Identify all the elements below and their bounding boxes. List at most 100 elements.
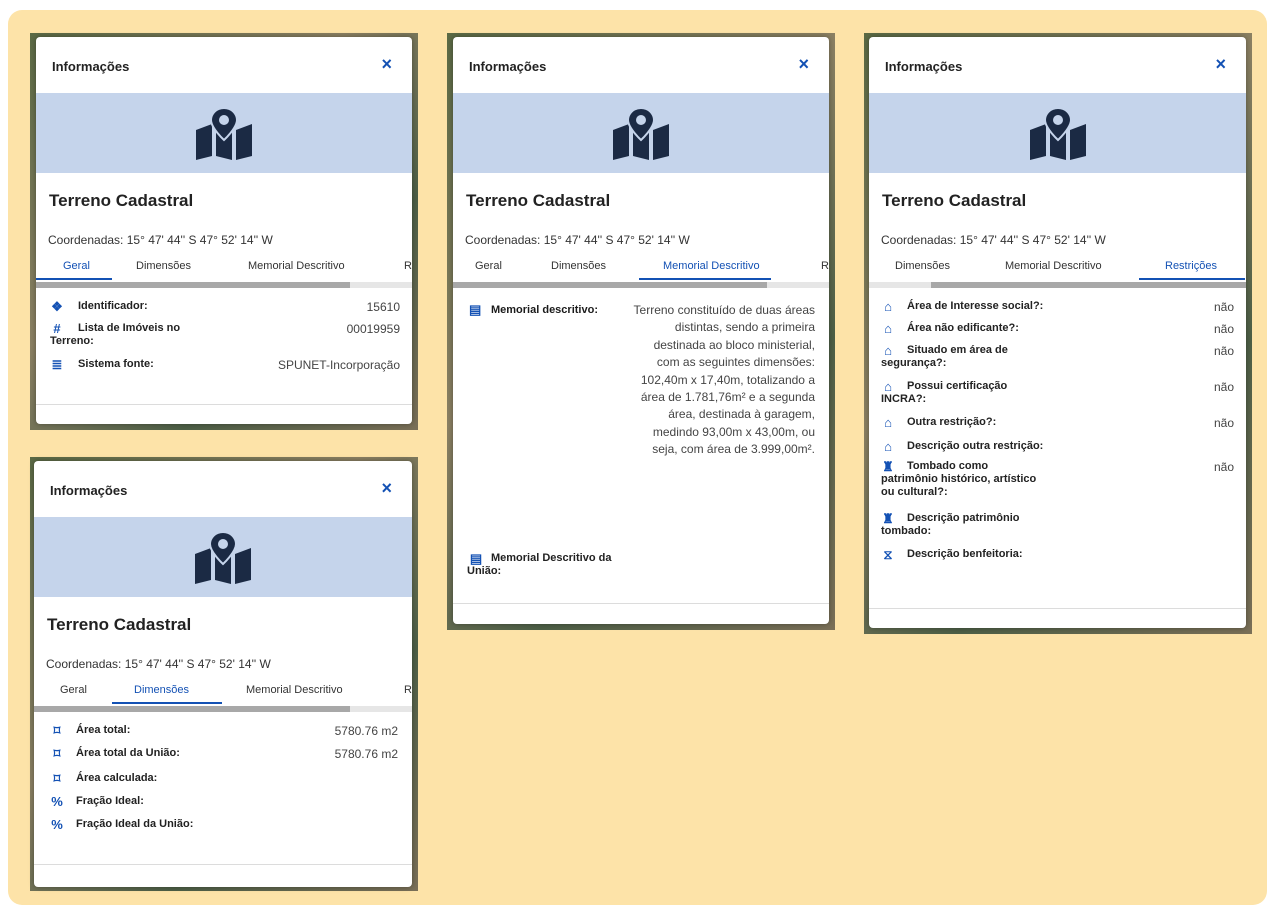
hourglass-icon: ⧖ bbox=[883, 547, 893, 562]
tab-restricoes[interactable]: Restrições bbox=[1165, 260, 1217, 272]
tab-geral[interactable]: Geral bbox=[60, 684, 87, 696]
map-pin-icon bbox=[1029, 106, 1086, 160]
close-icon[interactable]: × bbox=[1215, 54, 1226, 75]
tab-dimensoes[interactable]: Dimensões bbox=[551, 260, 606, 272]
tab-scrollbar[interactable] bbox=[36, 282, 412, 288]
info-panel-dimensoes: Informações × Terreno Cadastral Coordena… bbox=[34, 461, 412, 887]
tab-restricoes[interactable]: R bbox=[821, 260, 829, 272]
tab-restricoes[interactable]: R bbox=[404, 684, 412, 696]
row-outra-restricao: ⌂ Outra restrição?: não bbox=[881, 416, 1234, 440]
close-icon[interactable]: × bbox=[381, 54, 392, 75]
info-panel-memorial: Informações × Terreno Cadastral Coordena… bbox=[453, 37, 829, 624]
house-lock-icon: ⌂ bbox=[884, 343, 892, 358]
banner bbox=[34, 517, 412, 597]
tab-memorial-descritivo[interactable]: Memorial Descritivo bbox=[663, 260, 760, 272]
panel-header: Informações × bbox=[36, 37, 412, 93]
row-certificacao-incra: ⌂ Possui certificação INCRA?: não bbox=[881, 379, 1234, 406]
row-area-nao-edificante: ⌂ Área não edificante?: não bbox=[881, 322, 1234, 344]
terrain-name: Terreno Cadastral bbox=[466, 191, 611, 210]
tab-memorial-descritivo[interactable]: Memorial Descritivo bbox=[246, 684, 343, 696]
panel-title: Informações bbox=[52, 59, 130, 74]
panel-footer-divider bbox=[36, 404, 412, 405]
tab-geral[interactable]: Geral bbox=[475, 260, 502, 272]
info-panel-restricoes: Informações × Terreno Cadastral Coordena… bbox=[869, 37, 1246, 628]
panel-title: Informações bbox=[885, 59, 963, 74]
document-icon: ▤ bbox=[469, 551, 483, 566]
row-lista-imoveis: # Lista de Imóveis no Terreno: 00019959 bbox=[50, 321, 400, 348]
tab-bar: Geral Dimensões Memorial Descritivo R bbox=[453, 260, 829, 282]
database-icon: ≣ bbox=[51, 357, 63, 372]
panel-footer-divider bbox=[869, 608, 1246, 609]
panel-header: Informações × bbox=[869, 37, 1246, 93]
coordinates: Coordenadas: 15° 47' 44'' S 47° 52' 14''… bbox=[465, 233, 690, 247]
row-tombado: ♜ Tombado como patrimônio histórico, art… bbox=[881, 459, 1234, 499]
banner bbox=[36, 93, 412, 173]
terrain-name: Terreno Cadastral bbox=[49, 191, 194, 210]
panel-footer-divider bbox=[453, 603, 829, 604]
tab-bar: Geral Dimensões Memorial Descritivo R bbox=[34, 684, 412, 706]
row-memorial-descritivo: ▤ Memorial descritivo: Terreno constituí… bbox=[453, 288, 829, 552]
row-descricao-outra-restricao: ⌂ Descrição outra restrição: bbox=[881, 440, 1234, 460]
row-area-total: ⌑ Área total: 5780.76 m2 bbox=[50, 724, 398, 747]
house-cert-icon: ⌂ bbox=[884, 379, 892, 394]
tab-bar: Geral Dimensões Memorial Descritivo R bbox=[36, 260, 412, 282]
tab-memorial-descritivo[interactable]: Memorial Descritivo bbox=[1005, 260, 1102, 272]
row-descricao-benfeitoria: ⧖ Descrição benfeitoria: bbox=[881, 548, 1234, 568]
tab-dimensoes[interactable]: Dimensões bbox=[134, 684, 189, 696]
row-descricao-patrimonio: ♜ Descrição patrimônio tombado: bbox=[881, 511, 1020, 538]
row-area-total-uniao: ⌑ Área total da União: 5780.76 m2 bbox=[50, 747, 398, 772]
row-fracao-ideal: % Fração Ideal: bbox=[51, 794, 144, 809]
close-icon[interactable]: × bbox=[381, 478, 392, 499]
document-icon: ▤ bbox=[469, 302, 482, 317]
percent-icon: % bbox=[51, 817, 63, 832]
row-memorial-uniao: ▤ Memorial Descritivo da União: bbox=[467, 551, 612, 578]
memorial-text: Terreno constituído de duas áreas distin… bbox=[633, 303, 815, 457]
coordinates: Coordenadas: 15° 47' 44'' S 47° 52' 14''… bbox=[46, 657, 271, 671]
area-icon: ⌑ bbox=[53, 771, 61, 786]
hash-icon: # bbox=[53, 321, 61, 336]
panel-title: Informações bbox=[50, 483, 128, 498]
row-identificador: ❖ Identificador: 15610 bbox=[51, 299, 400, 315]
tab-geral[interactable]: Geral bbox=[63, 260, 90, 272]
tab-scrollbar[interactable] bbox=[869, 282, 1246, 288]
area-icon: ⌑ bbox=[53, 746, 61, 761]
panel-footer-divider bbox=[34, 864, 412, 865]
panel-title: Informações bbox=[469, 59, 547, 74]
active-tab-underline bbox=[639, 278, 771, 280]
tab-dimensoes[interactable]: Dimensões bbox=[136, 260, 191, 272]
active-tab-underline bbox=[36, 278, 112, 280]
info-panel-geral: Informações × Terreno Cadastral Coordena… bbox=[36, 37, 412, 424]
map-pin-icon bbox=[196, 106, 252, 160]
row-fracao-ideal-uniao: % Fração Ideal da União: bbox=[51, 817, 194, 832]
area-icon: ⌑ bbox=[53, 723, 61, 738]
active-tab-underline bbox=[1139, 278, 1245, 280]
panel-header: Informações × bbox=[34, 461, 412, 517]
banner bbox=[453, 93, 829, 173]
memorial-label: Memorial descritivo: bbox=[491, 304, 598, 316]
id-icon: ❖ bbox=[51, 299, 63, 314]
terrain-name: Terreno Cadastral bbox=[47, 615, 192, 634]
coordinates: Coordenadas: 15° 47' 44'' S 47° 52' 14''… bbox=[48, 233, 273, 247]
terrain-name: Terreno Cadastral bbox=[882, 191, 1027, 210]
tab-restricoes[interactable]: R bbox=[404, 260, 412, 272]
row-area-seguranca: ⌂ Situado em área de segurança?: não bbox=[881, 343, 1234, 370]
map-pin-icon bbox=[613, 106, 669, 160]
row-area-interesse-social: ⌂ Área de Interesse social?: não bbox=[881, 300, 1234, 322]
house-user-icon: ⌂ bbox=[884, 439, 892, 454]
tab-bar: Dimensões Memorial Descritivo Restrições bbox=[869, 260, 1246, 282]
tab-dimensoes[interactable]: Dimensões bbox=[895, 260, 950, 272]
house-icon: ⌂ bbox=[884, 299, 892, 314]
banner bbox=[869, 93, 1246, 173]
tab-memorial-descritivo[interactable]: Memorial Descritivo bbox=[248, 260, 345, 272]
percent-icon: % bbox=[51, 794, 63, 809]
coordinates: Coordenadas: 15° 47' 44'' S 47° 52' 14''… bbox=[881, 233, 1106, 247]
panel-header: Informações × bbox=[453, 37, 829, 93]
close-icon[interactable]: × bbox=[798, 54, 809, 75]
active-tab-underline bbox=[112, 702, 222, 704]
house-block-icon: ⌂ bbox=[884, 321, 892, 336]
row-area-calculada: ⌑ Área calculada: bbox=[50, 772, 398, 795]
tab-scrollbar[interactable] bbox=[34, 706, 412, 712]
map-pin-icon bbox=[195, 530, 251, 584]
monument-icon: ♜ bbox=[882, 511, 894, 526]
monument-icon: ♜ bbox=[882, 459, 894, 474]
